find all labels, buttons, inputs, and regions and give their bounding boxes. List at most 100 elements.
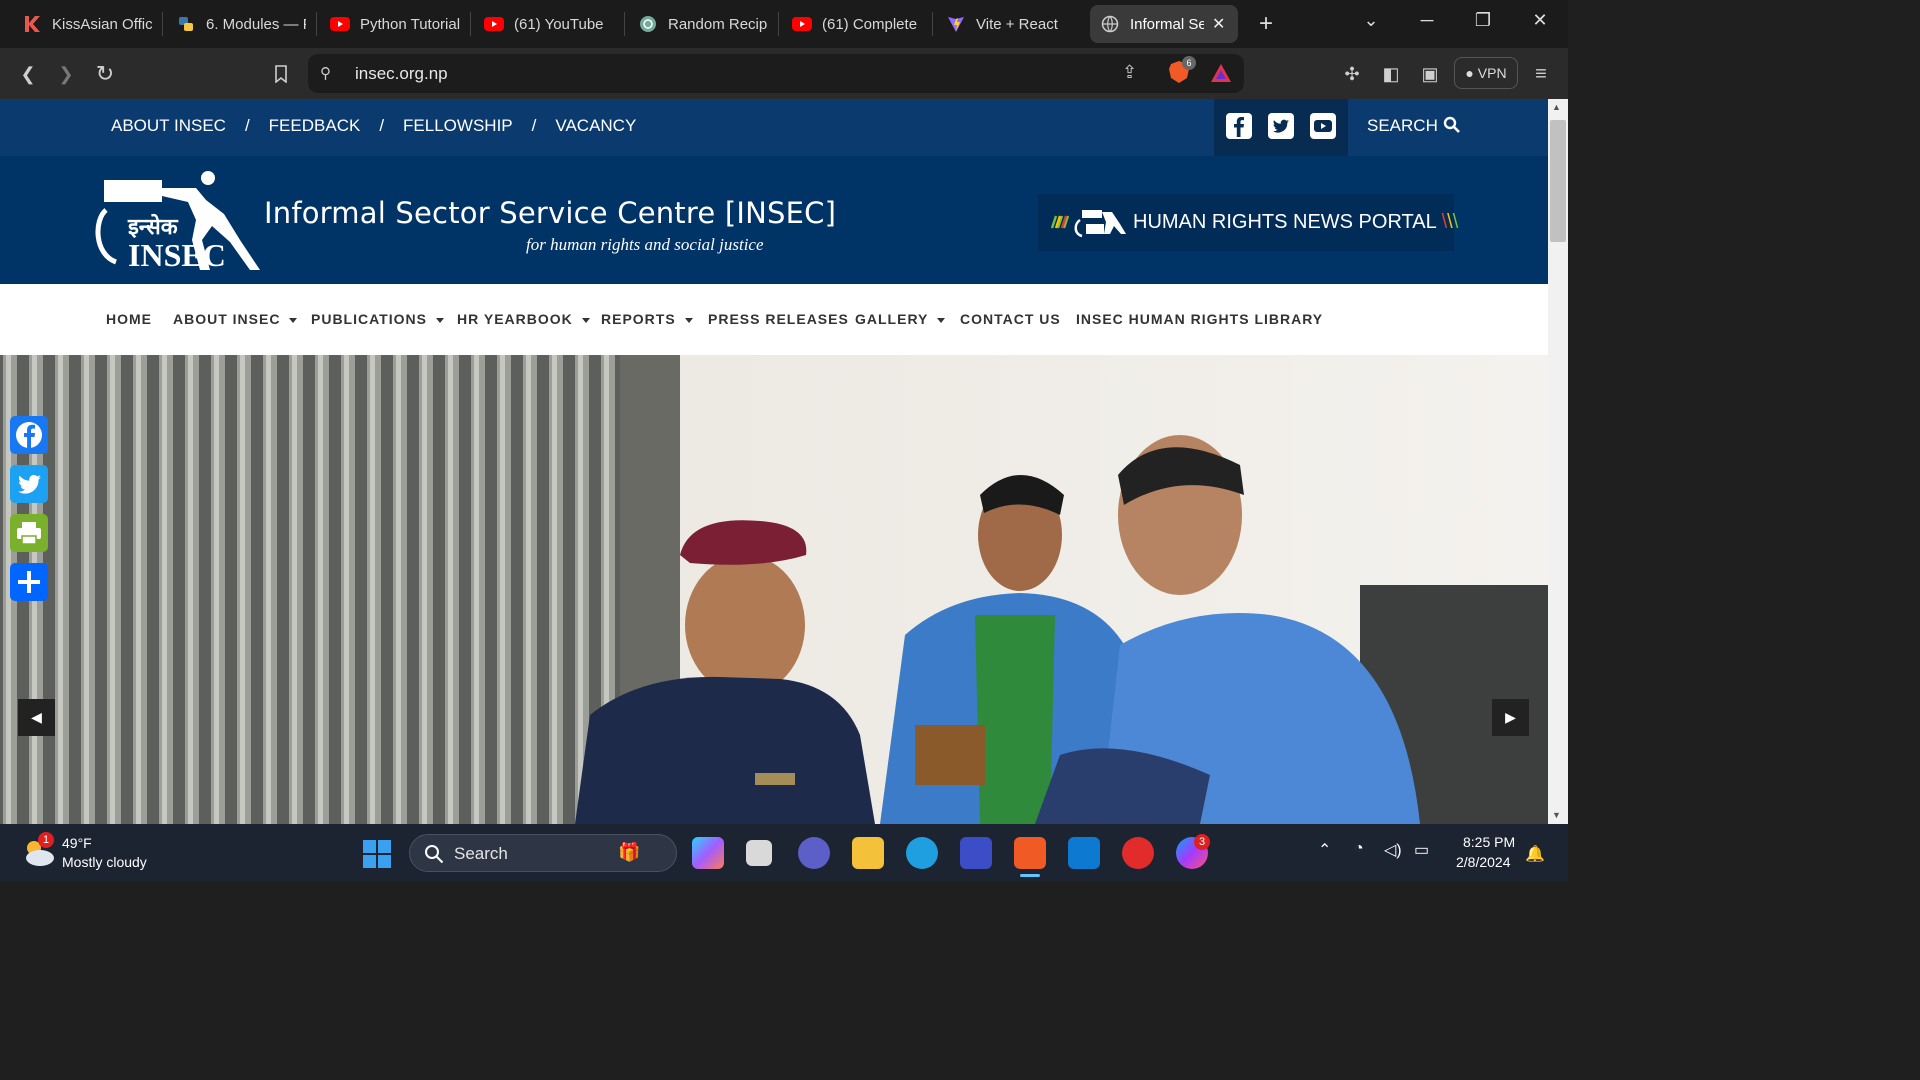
- tab-kissasian[interactable]: KissAsian Official: [12, 5, 162, 43]
- tab-python-tutorial[interactable]: Python Tutorial: [320, 5, 470, 43]
- close-window-button[interactable]: ✕: [1520, 6, 1560, 34]
- web-page: ABOUT INSEC / FEEDBACK / FELLOWSHIP / VA…: [0, 99, 1548, 824]
- back-arrow-icon[interactable]: ❮: [14, 60, 42, 88]
- tab-title: (61) Complete P: [822, 15, 922, 33]
- scrollbar-thumb[interactable]: [1550, 120, 1566, 242]
- shields-count-badge: 6: [1182, 56, 1196, 70]
- logo-text-latin: INSEC: [128, 237, 226, 273]
- nav-gallery[interactable]: GALLERY: [855, 311, 946, 327]
- file-explorer-icon[interactable]: [852, 837, 884, 869]
- nav-label: HR YEARBOOK: [457, 311, 573, 327]
- nav-label: HOME: [106, 311, 152, 327]
- weather-temp[interactable]: 49°F: [62, 835, 92, 851]
- tab-title: 6. Modules — P: [206, 15, 306, 33]
- tab-random-recipe[interactable]: Random Recipe: [628, 5, 778, 43]
- nav-label: PRESS RELEASES: [708, 311, 849, 327]
- wifi-icon[interactable]: ◔: [1354, 840, 1364, 858]
- clock-time[interactable]: 8:25 PM: [1463, 834, 1515, 850]
- python-icon: [176, 14, 196, 34]
- wallet-icon[interactable]: ▣: [1416, 60, 1444, 88]
- reload-icon[interactable]: ↻: [91, 60, 119, 88]
- nav-contact-us[interactable]: CONTACT US: [960, 311, 1061, 327]
- org-name: Informal Sector Service Centre [INSEC]: [264, 196, 837, 230]
- battery-icon[interactable]: ▭: [1414, 840, 1429, 860]
- wps-office-icon[interactable]: [1122, 837, 1154, 869]
- clock-date[interactable]: 2/8/2024: [1456, 854, 1511, 870]
- share-print-button[interactable]: [10, 514, 48, 552]
- slider-prev-button[interactable]: ◀: [18, 699, 55, 736]
- tab-complete[interactable]: (61) Complete P: [782, 5, 932, 43]
- top-link-fellowship[interactable]: FELLOWSHIP: [403, 116, 513, 136]
- youtube-icon: [792, 14, 812, 34]
- nav-press-releases[interactable]: PRESS RELEASES: [708, 311, 849, 327]
- tab-youtube[interactable]: (61) YouTube: [474, 5, 624, 43]
- top-link-feedback[interactable]: FEEDBACK: [269, 116, 361, 136]
- org-tagline: for human rights and social justice: [526, 235, 764, 254]
- youtube-icon[interactable]: [1310, 113, 1336, 139]
- slider-next-button[interactable]: ▶: [1492, 699, 1529, 736]
- restore-button[interactable]: ❐: [1463, 6, 1503, 34]
- menu-icon[interactable]: ≡: [1527, 60, 1555, 88]
- close-tab-icon[interactable]: ✕: [1212, 14, 1225, 34]
- search-link[interactable]: SEARCH: [1367, 116, 1460, 136]
- brave-rewards-icon[interactable]: [1210, 63, 1232, 88]
- logo-text-devanagari: इन्सेक: [127, 213, 179, 240]
- twitter-icon[interactable]: [1268, 113, 1294, 139]
- nav-reports[interactable]: REPORTS: [601, 311, 693, 327]
- facebook-icon: [16, 422, 42, 448]
- portal-label-text: HUMAN RIGHTS NEWS PORTAL: [1133, 211, 1436, 233]
- tab-vite-react[interactable]: Vite + React: [936, 5, 1086, 43]
- share-twitter-button[interactable]: [10, 465, 48, 503]
- nav-home[interactable]: HOME: [106, 311, 152, 327]
- bookmark-icon[interactable]: [267, 60, 295, 88]
- forward-arrow-icon[interactable]: ❯: [52, 60, 80, 88]
- share-page-icon[interactable]: ⇪: [1122, 62, 1137, 83]
- search-icon: [1443, 116, 1460, 133]
- address-bar[interactable]: ⚲ insec.org.np ⇪ 6: [308, 54, 1244, 93]
- facebook-icon[interactable]: [1226, 113, 1252, 139]
- nav-label: CONTACT US: [960, 311, 1061, 327]
- insec-logo[interactable]: इन्सेक INSEC: [92, 170, 264, 274]
- nav-publications[interactable]: PUBLICATIONS: [311, 311, 444, 327]
- nav-hr-yearbook[interactable]: HR YEARBOOK: [457, 311, 590, 327]
- portal-label: HUMAN RIGHTS NEWS PORTAL \\\: [1133, 211, 1459, 233]
- vscode-icon[interactable]: [1068, 837, 1100, 869]
- edge-icon[interactable]: [906, 837, 938, 869]
- task-view-icon[interactable]: [746, 840, 772, 866]
- volume-icon[interactable]: ◁): [1384, 840, 1402, 860]
- nav-label: REPORTS: [601, 311, 676, 327]
- top-links: ABOUT INSEC / FEEDBACK / FELLOWSHIP / VA…: [111, 116, 636, 136]
- vpn-button[interactable]: ● VPN: [1454, 57, 1518, 89]
- new-tab-button[interactable]: +: [1254, 10, 1278, 38]
- minimize-button[interactable]: ─: [1407, 6, 1447, 34]
- top-link-vacancy[interactable]: VACANCY: [555, 116, 636, 136]
- top-link-about-insec[interactable]: ABOUT INSEC: [111, 116, 226, 136]
- site-settings-icon[interactable]: ⚲: [320, 64, 331, 82]
- show-hidden-icons-chevron-icon[interactable]: ⌃: [1318, 840, 1331, 860]
- extensions-icon[interactable]: ✣: [1338, 60, 1366, 88]
- windows-start-icon[interactable]: [362, 839, 392, 874]
- tab-python-modules[interactable]: 6. Modules — P: [166, 5, 316, 43]
- share-facebook-button[interactable]: [10, 416, 48, 454]
- weather-desc[interactable]: Mostly cloudy: [62, 854, 147, 870]
- share-more-button[interactable]: [10, 563, 48, 601]
- scroll-down-arrow-icon[interactable]: ▼: [1552, 810, 1561, 820]
- scroll-up-arrow-icon[interactable]: ▲: [1552, 102, 1561, 112]
- copilot-icon[interactable]: [692, 837, 724, 869]
- tab-search-chevron-icon[interactable]: ⌄: [1351, 6, 1391, 34]
- separator: /: [379, 116, 385, 135]
- search-label: SEARCH: [1367, 116, 1438, 135]
- tab-title: (61) YouTube: [514, 15, 604, 33]
- tasks-app-icon[interactable]: [960, 837, 992, 869]
- tab-title: Python Tutorial: [360, 15, 460, 33]
- teams-chat-icon[interactable]: [798, 837, 830, 869]
- caret-down-icon: [581, 317, 590, 323]
- sidebar-icon[interactable]: ◧: [1377, 60, 1405, 88]
- brave-browser-icon[interactable]: [1014, 837, 1046, 869]
- nav-hr-library[interactable]: INSEC HUMAN RIGHTS LIBRARY: [1076, 311, 1323, 327]
- human-rights-news-portal-banner[interactable]: HUMAN RIGHTS NEWS PORTAL \\\: [1038, 194, 1458, 251]
- notification-bell-icon[interactable]: 🔔: [1525, 844, 1545, 864]
- nav-about-insec[interactable]: ABOUT INSEC: [173, 311, 298, 327]
- tab-informal-sector-active[interactable]: Informal Sector ✕: [1090, 5, 1238, 43]
- taskbar-search-box[interactable]: Search 🎁: [409, 834, 677, 872]
